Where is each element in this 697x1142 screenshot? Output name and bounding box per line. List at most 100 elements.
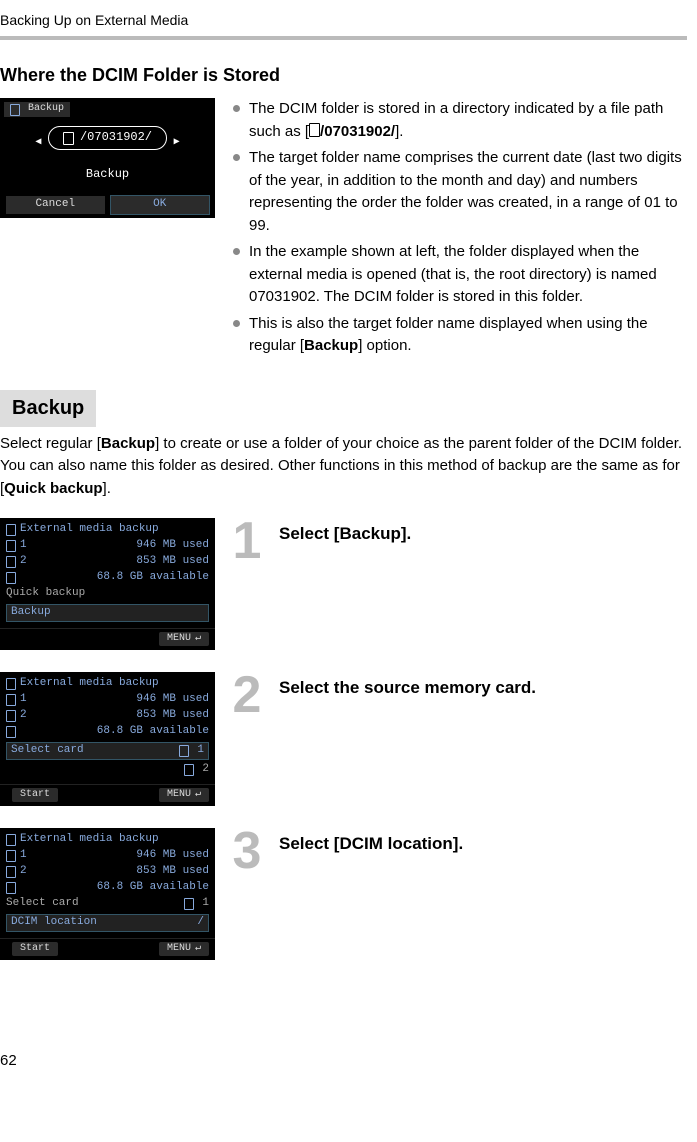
avail: 68.8 GB available xyxy=(97,880,209,896)
drive-icon xyxy=(6,882,16,894)
bullet-3: In the example shown at left, the folder… xyxy=(233,241,687,309)
backup-row-label: Backup xyxy=(11,605,51,621)
step1-text: Select [Backup]. xyxy=(279,518,411,547)
avail: 68.8 GB available xyxy=(97,724,209,740)
menu-label: MENU xyxy=(167,942,191,956)
lcd1-cancel: Cancel xyxy=(6,196,105,214)
dcim-loc-label: DCIM location xyxy=(11,915,97,931)
lcd-step2: External media backup 1 946 MB used 2 853 … xyxy=(0,672,215,806)
header-rule xyxy=(0,36,687,40)
return-icon: ↵ xyxy=(195,942,201,956)
menu-label: MENU xyxy=(167,788,191,802)
select-card-label: Select card xyxy=(6,896,79,912)
card-icon xyxy=(6,678,16,690)
slot-icon xyxy=(184,898,194,910)
slot-val: 1 xyxy=(197,743,204,759)
intro-d: Quick backup xyxy=(4,480,102,497)
bullet-1: The DCIM folder is stored in a directory… xyxy=(233,98,687,143)
select-card-value: 1 xyxy=(179,743,204,759)
step2-text: Select the source memory card. xyxy=(279,672,536,701)
quick-backup-row: Quick backup xyxy=(0,586,215,602)
drive-icon-inline xyxy=(309,123,320,137)
menu-chip: MENU↵ xyxy=(159,632,209,646)
start-chip: Start xyxy=(12,942,58,956)
slot1-num: 1 xyxy=(20,692,27,708)
dcim-loc-value: / xyxy=(197,915,204,931)
card-icon xyxy=(6,834,16,846)
bullet-1c: ]. xyxy=(395,123,403,140)
backup-heading: Backup xyxy=(0,390,96,427)
slot1-icon xyxy=(6,850,16,862)
step3-number: 3 xyxy=(225,828,269,875)
bullet-4c: ] option. xyxy=(358,337,411,354)
select-card-row: Select card 1 xyxy=(6,742,209,760)
step1-number: 1 xyxy=(225,518,269,565)
slot1-used: 946 MB used xyxy=(136,538,209,554)
lcd-title: External media backup xyxy=(20,522,159,538)
step-3: External media backup 1 946 MB used 2 853 … xyxy=(0,828,687,960)
select-card-row2: 2 xyxy=(0,762,215,778)
slot2-num: 2 xyxy=(20,864,27,880)
drive-icon xyxy=(63,132,74,145)
menu-chip: MENU ↵ xyxy=(159,942,209,956)
slot1-used: 946 MB used xyxy=(136,848,209,864)
lcd1-path-text: /07031902/ xyxy=(80,129,152,146)
lcd-title: External media backup xyxy=(20,676,159,692)
card-icon xyxy=(6,524,16,536)
step-1: External media backup 1 946 MB used 2 853 … xyxy=(0,518,687,650)
slot-val: 1 xyxy=(202,896,209,912)
bullet-4: This is also the target folder name disp… xyxy=(233,313,687,358)
backup-intro: Select regular [Backup] to create or use… xyxy=(0,433,687,501)
intro-e: ]. xyxy=(103,480,111,497)
return-icon: ↵ xyxy=(195,788,201,802)
slot2-icon xyxy=(6,556,16,568)
dcim-bullets: The DCIM folder is stored in a directory… xyxy=(233,98,687,362)
card-icon xyxy=(10,104,20,116)
lcd-step3: External media backup 1 946 MB used 2 853 … xyxy=(0,828,215,960)
page-number: 62 xyxy=(0,1050,687,1072)
slot1-icon xyxy=(6,540,16,552)
drive-icon xyxy=(6,572,16,584)
step3-text: Select [DCIM location]. xyxy=(279,828,463,857)
lcd1-path-pill: /07031902/ xyxy=(48,126,167,149)
arrow-left-icon: ◀ xyxy=(35,138,41,149)
slot2-icon xyxy=(6,710,16,722)
bullet-2: The target folder name comprises the cur… xyxy=(233,147,687,237)
dcim-location-row: DCIM location / xyxy=(6,914,209,932)
slot-icon xyxy=(184,764,194,776)
backup-row-selected: Backup xyxy=(6,604,209,622)
menu-chip: MENU ↵ xyxy=(159,788,209,802)
lcd1-ok: OK xyxy=(111,196,210,214)
bullet-4b: Backup xyxy=(304,337,358,354)
slot1-num: 1 xyxy=(20,848,27,864)
bullet-1b: /07031902/ xyxy=(320,123,395,140)
page-header: Backing Up on External Media xyxy=(0,10,687,36)
slot-icon xyxy=(179,745,189,757)
avail: 68.8 GB available xyxy=(97,570,209,586)
slot2-num: 2 xyxy=(20,708,27,724)
slot2-icon xyxy=(6,866,16,878)
slot1-used: 946 MB used xyxy=(136,692,209,708)
intro-a: Select regular [ xyxy=(0,435,101,452)
slot2-used: 853 MB used xyxy=(136,708,209,724)
lcd1-tab-label: Backup xyxy=(28,102,64,117)
lcd-step1: External media backup 1 946 MB used 2 853 … xyxy=(0,518,215,650)
intro-b: Backup xyxy=(101,435,155,452)
slot1-num: 1 xyxy=(20,538,27,554)
select-card-label: Select card xyxy=(11,743,84,759)
slot2-num: 2 xyxy=(20,554,27,570)
slot-val2: 2 xyxy=(202,762,209,778)
lcd1-tab: Backup xyxy=(4,102,70,117)
arrow-right-icon: ▶ xyxy=(174,138,180,149)
select-card-row: Select card 1 xyxy=(0,896,215,912)
slot1-icon xyxy=(6,694,16,706)
start-chip: Start xyxy=(12,788,58,802)
step-2: External media backup 1 946 MB used 2 853 … xyxy=(0,672,687,806)
lcd1-label: Backup xyxy=(0,166,215,183)
slot2-used: 853 MB used xyxy=(136,864,209,880)
select-card-value: 1 xyxy=(184,896,209,912)
lcd-backup-path: Backup ◀ /07031902/ ▶ Backup Cancel OK xyxy=(0,98,215,218)
lcd-title: External media backup xyxy=(20,832,159,848)
section-title-dcim: Where the DCIM Folder is Stored xyxy=(0,62,687,88)
slot2-used: 853 MB used xyxy=(136,554,209,570)
